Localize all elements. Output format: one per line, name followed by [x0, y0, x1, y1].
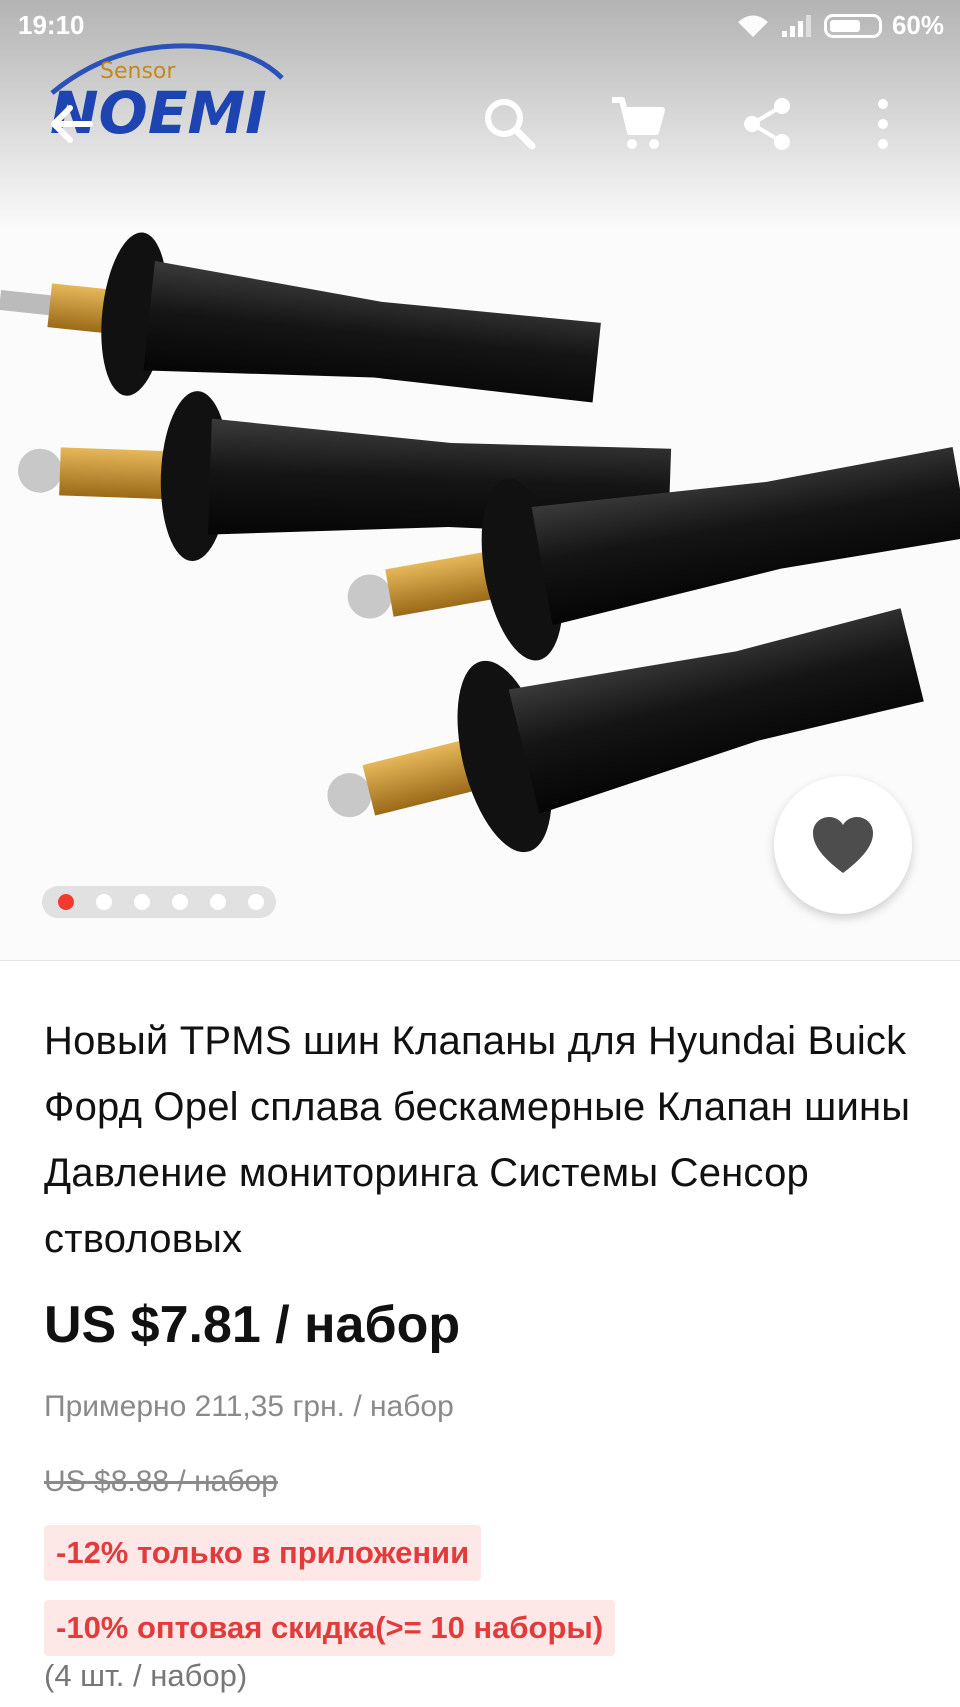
top-toolbar [0, 92, 960, 162]
product-price: US $7.81 / набор [44, 1296, 461, 1354]
share-icon [744, 98, 790, 150]
pagination-dot[interactable] [210, 894, 226, 910]
battery-icon [823, 13, 882, 38]
search-icon [485, 99, 536, 150]
cart-button[interactable] [606, 92, 670, 156]
old-price: US $8.88 / набор [44, 1465, 278, 1498]
back-button[interactable] [40, 92, 104, 156]
gallery-pagination [42, 886, 276, 918]
more-menu-button[interactable] [868, 92, 932, 156]
pagination-dot[interactable] [172, 894, 188, 910]
status-icons: 60% [736, 10, 944, 41]
product-title: Новый TPMS шин Клапаны для Hyundai Buick… [44, 1019, 911, 1261]
wifi-icon [737, 15, 768, 37]
app-discount-badge: -12% только в приложении [44, 1525, 482, 1581]
heart-icon [813, 817, 873, 873]
cart-icon [612, 97, 665, 149]
product-image-gallery[interactable]: 19:10 60% Sensor NOEMI [0, 0, 960, 960]
status-time: 19:10 [18, 10, 85, 40]
more-vertical-icon [878, 99, 888, 149]
share-button[interactable] [736, 92, 800, 156]
pagination-dot[interactable] [134, 894, 150, 910]
pack-info: (4 шт. / набор) [44, 1658, 248, 1693]
pagination-dot[interactable] [96, 894, 112, 910]
wholesale-discount-badge: -10% оптовая скидка(>= 10 наборы) [44, 1600, 616, 1656]
approx-price: Примерно 211,35 грн. / набор [44, 1390, 454, 1423]
pagination-dot[interactable] [58, 894, 74, 910]
section-divider [0, 960, 960, 961]
wishlist-button[interactable] [774, 776, 912, 914]
battery-percent: 60% [891, 10, 944, 40]
signal-icon [781, 14, 811, 37]
back-arrow-icon [51, 105, 93, 143]
search-button[interactable] [478, 92, 542, 156]
pagination-dot[interactable] [248, 894, 264, 910]
